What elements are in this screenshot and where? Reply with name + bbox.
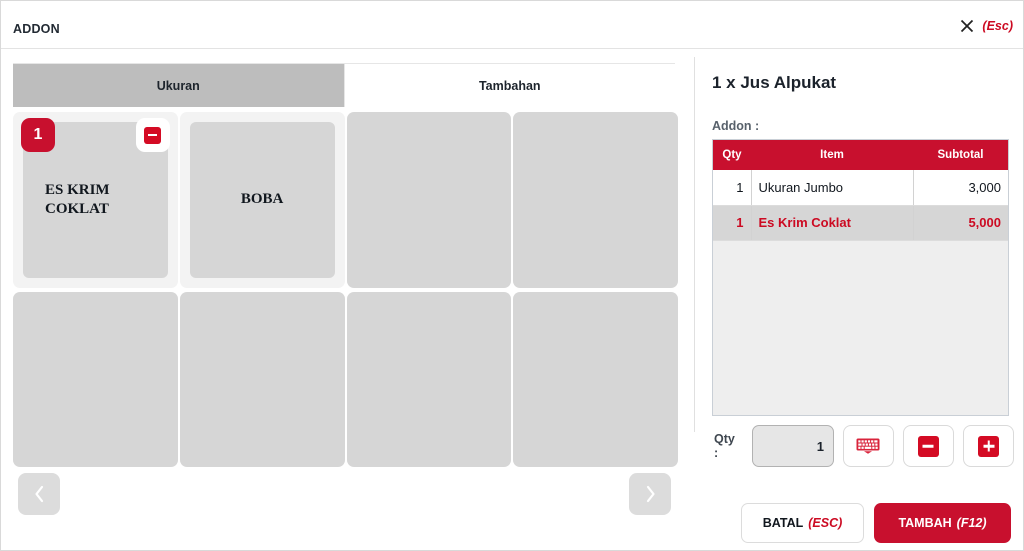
addon-tile-boba[interactable]: BOBA: [179, 112, 345, 288]
order-detail-pane: 1 x Jus Alpukat Addon : Qty Item Subtota…: [695, 49, 1023, 550]
cell-item: Ukuran Jumbo: [751, 170, 913, 206]
column-header-qty: Qty: [713, 140, 751, 170]
minus-icon: [144, 126, 162, 144]
qty-decrement-button[interactable]: [902, 425, 954, 467]
table-row[interactable]: 1 Ukuran Jumbo 3,000: [713, 170, 1008, 206]
addon-tile-es-krim-coklat[interactable]: 1 ES KRIM COKLAT: [13, 112, 178, 288]
cell-subtotal: 5,000: [912, 205, 1008, 241]
tab-tambahan[interactable]: Tambahan: [343, 64, 675, 107]
keyboard-icon: [856, 438, 880, 454]
qty-increment-button[interactable]: [962, 425, 1015, 467]
column-header-subtotal: Subtotal: [913, 140, 1008, 170]
qty-label: Qty :: [714, 432, 735, 460]
tile-decrement-button[interactable]: [135, 118, 170, 152]
plus-icon: [978, 435, 999, 457]
next-page-button[interactable]: [629, 473, 671, 515]
column-header-item: Item: [751, 140, 913, 170]
chevron-left-icon: [34, 485, 43, 503]
cell-qty: 1: [713, 170, 752, 206]
tile-surface: BOBA: [189, 122, 335, 278]
cancel-button-label: BATAL: [762, 516, 804, 530]
addon-tile-grid: 1 ES KRIM COKLAT BOBA: [13, 112, 678, 467]
close-hotkey-label: (Esc): [982, 19, 1013, 33]
close-x-icon: [961, 19, 974, 33]
addon-tile-empty[interactable]: [13, 291, 178, 467]
addon-section-label: Addon :: [712, 119, 760, 133]
cell-qty: 1: [713, 205, 752, 241]
open-keypad-button[interactable]: [842, 425, 894, 467]
addon-tile-empty[interactable]: [513, 291, 678, 467]
page-title: ADDON: [13, 22, 60, 36]
tab-ukuran[interactable]: Ukuran: [13, 64, 344, 107]
addon-tile-label: BOBA: [240, 191, 284, 208]
qty-control-row: Qty :: [714, 425, 1015, 467]
qty-input[interactable]: [751, 425, 834, 467]
dialog-titlebar: ADDON (Esc): [1, 1, 1023, 49]
prev-page-button[interactable]: [18, 473, 60, 515]
addon-selection-pane: Ukuran Tambahan 1 ES KRIM COKLAT BOBA: [1, 49, 694, 550]
addon-table-container: Qty Item Subtotal 1 Ukuran Jumbo 3,000 1…: [712, 139, 1009, 416]
minus-icon: [917, 435, 939, 457]
addon-tile-empty[interactable]: [513, 112, 678, 288]
cell-subtotal: 3,000: [912, 170, 1008, 206]
tab-ukuran-label: Ukuran: [156, 78, 200, 93]
addon-tile-empty[interactable]: [346, 112, 512, 288]
tab-tambahan-label: Tambahan: [478, 78, 541, 93]
cancel-button[interactable]: BATAL (ESC): [741, 503, 864, 543]
close-button[interactable]: (Esc): [959, 18, 1013, 34]
addon-table-head: Qty Item Subtotal: [713, 140, 1008, 170]
addon-dialog: ADDON (Esc) Ukuran Tambahan 1 ES KRIM CO…: [0, 0, 1024, 551]
cancel-button-hotkey: (ESC): [808, 516, 843, 530]
addon-tabs: Ukuran Tambahan: [13, 63, 675, 107]
table-header-row: Qty Item Subtotal: [713, 140, 1008, 170]
addon-table-body: 1 Ukuran Jumbo 3,000 1 Es Krim Coklat 5,…: [713, 170, 1008, 241]
table-row[interactable]: 1 Es Krim Coklat 5,000: [713, 205, 1008, 241]
addon-tile-label: ES KRIM COKLAT: [45, 182, 110, 217]
tile-qty-badge: 1: [21, 118, 55, 152]
addon-table: Qty Item Subtotal 1 Ukuran Jumbo 3,000 1…: [713, 140, 1008, 241]
cell-item: Es Krim Coklat: [751, 205, 913, 241]
confirm-button-hotkey: (F12): [956, 516, 987, 530]
addon-tile-empty[interactable]: [346, 291, 512, 467]
chevron-right-icon: [646, 485, 655, 503]
addon-tile-empty[interactable]: [179, 291, 345, 467]
confirm-button[interactable]: TAMBAH (F12): [874, 503, 1011, 543]
order-title: 1 x Jus Alpukat: [712, 73, 837, 92]
confirm-button-label: TAMBAH: [898, 516, 952, 530]
dialog-footer: BATAL (ESC) TAMBAH (F12): [741, 503, 1011, 543]
